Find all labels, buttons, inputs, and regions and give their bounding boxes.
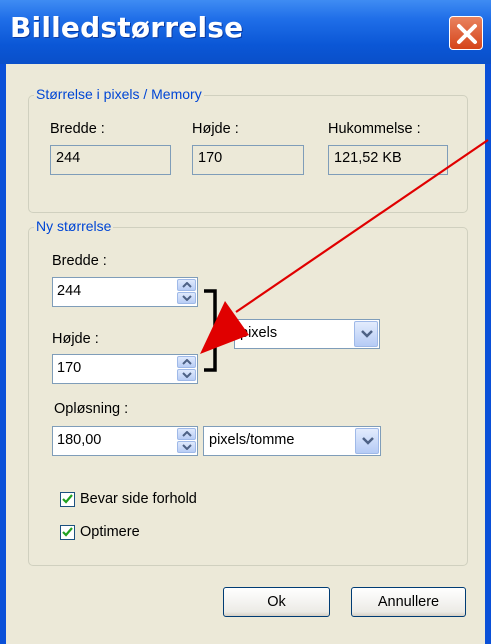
- dialog-window: Billedstørrelse Størrelse i pixels / Mem…: [0, 0, 491, 644]
- annotation-arrow: [200, 139, 489, 354]
